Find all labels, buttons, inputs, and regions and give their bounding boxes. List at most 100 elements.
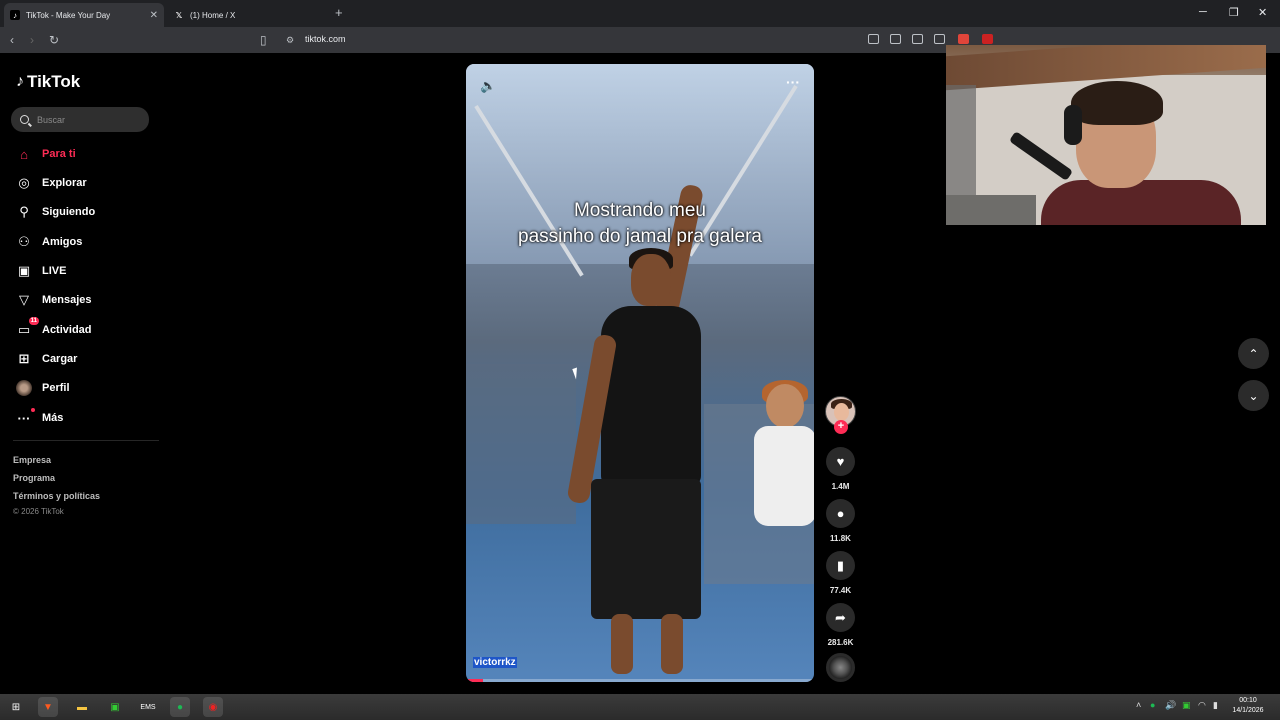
file-explorer-icon[interactable]: ▬: [72, 697, 92, 717]
restore-icon[interactable]: ❐: [1229, 6, 1239, 19]
search-icon: [20, 115, 29, 124]
spotify-icon[interactable]: ●: [170, 697, 190, 717]
app-green-icon[interactable]: ▣: [105, 697, 125, 717]
sidebar-item-explorar[interactable]: ◎ Explorar: [15, 173, 86, 193]
comment-count: 11.8K: [830, 534, 851, 543]
subject-leg: [611, 614, 633, 674]
keyboard-app-icon[interactable]: EMS: [138, 697, 158, 717]
copyright: © 2026 TikTok: [13, 507, 64, 516]
forward-icon[interactable]: ›: [30, 33, 34, 47]
friends-icon: ⚇: [18, 234, 30, 249]
video-seats-left: [466, 364, 576, 524]
avatar-face: [834, 403, 849, 421]
sidebar-item-live[interactable]: ▣ LIVE: [15, 261, 67, 281]
sidebar-item-mensajes[interactable]: ▽ Mensajes: [15, 290, 92, 310]
follow-button[interactable]: +: [834, 420, 848, 434]
share-icon[interactable]: [934, 34, 945, 44]
share-button[interactable]: ➦: [826, 603, 855, 632]
windows-start-icon[interactable]: ⊞: [6, 697, 26, 717]
sidebar-item-para-ti[interactable]: ⌂ Para ti: [15, 144, 76, 164]
volume-icon[interactable]: 🔈: [480, 78, 496, 94]
sidebar-item-siguiendo[interactable]: ⚲ Siguiendo: [15, 202, 95, 222]
video-passenger: [746, 380, 814, 534]
sidebar-item-label: Siguiendo: [42, 206, 96, 218]
mic-icon[interactable]: ▮: [1213, 700, 1218, 711]
minimize-icon[interactable]: ─: [1199, 6, 1207, 18]
footer-link-empresa[interactable]: Empresa: [13, 455, 51, 465]
next-video-button[interactable]: ⌄: [1238, 380, 1269, 411]
save-button[interactable]: ▮: [826, 551, 855, 580]
close-icon[interactable]: ✕: [150, 10, 158, 21]
tray-expand-icon[interactable]: ˄: [1136, 700, 1141, 710]
translate-icon[interactable]: [912, 34, 923, 44]
tray-app-icon[interactable]: ▣: [1182, 700, 1191, 711]
sidebar-item-label: Perfil: [42, 382, 70, 394]
like-button[interactable]: ♥: [826, 447, 855, 476]
wifi-icon[interactable]: ◠: [1198, 700, 1206, 711]
webcam-shelf: [946, 85, 976, 195]
cast-icon[interactable]: [890, 34, 901, 44]
webcam-overlay: [946, 45, 1266, 225]
brave-browser-icon[interactable]: ▼: [38, 697, 58, 717]
subject-head: [631, 254, 671, 306]
video-author[interactable]: victorrkz: [473, 657, 517, 668]
search-input[interactable]: [37, 114, 137, 125]
tiktok-note-icon: ♪: [16, 73, 24, 90]
subject-leg: [661, 614, 683, 674]
save-count: 77.4K: [829, 586, 852, 595]
close-window-icon[interactable]: ✕: [1258, 6, 1267, 19]
video-progress-bar[interactable]: [466, 679, 814, 682]
extension-icon[interactable]: [868, 34, 879, 44]
site-info-icon[interactable]: ⚙: [286, 35, 294, 46]
share-count: 281.6K: [827, 638, 854, 647]
back-icon[interactable]: ‹: [10, 33, 14, 47]
sidebar-item-amigos[interactable]: ⚇ Amigos: [15, 232, 82, 252]
brave-shield-icon[interactable]: [958, 34, 969, 44]
webcam-person-hair: [1071, 81, 1163, 125]
more-options-icon[interactable]: ···: [786, 74, 800, 90]
like-count: 1.4M: [831, 482, 850, 491]
brave-rewards-icon[interactable]: [982, 34, 993, 44]
video-subject: [566, 183, 706, 674]
chevron-down-icon: ⌄: [1248, 388, 1259, 403]
obs-icon[interactable]: ◉: [203, 697, 223, 717]
sidebar-item-perfil[interactable]: Perfil: [15, 378, 70, 398]
sidebar-item-label: Actividad: [42, 324, 92, 336]
compass-icon: ◎: [18, 175, 30, 190]
sidebar-item-label: Para ti: [42, 148, 76, 160]
footer-link-terminos[interactable]: Términos y políticas: [13, 491, 100, 501]
sidebar-item-cargar[interactable]: ⊞ Cargar: [15, 349, 78, 369]
taskbar: [0, 694, 1280, 720]
x-favicon-icon: 𝕏: [175, 10, 183, 20]
share-arrow-icon: ➦: [835, 609, 846, 625]
sidebar-item-label: LIVE: [42, 265, 67, 277]
video-player[interactable]: Mostrando meu passinho do jamal pra gale…: [466, 64, 814, 682]
tab-tiktok[interactable]: ♪ TikTok - Make Your Day ✕: [4, 3, 164, 27]
sidebar-item-actividad[interactable]: ▭ 11 Actividad: [15, 317, 92, 340]
footer-link-programa[interactable]: Programa: [13, 473, 55, 483]
caption-line: Mostrando meu: [573, 200, 706, 221]
chevron-up-icon: ⌃: [1248, 346, 1259, 361]
bookmark-icon[interactable]: ▯: [260, 33, 267, 47]
sidebar-item-mas[interactable]: ··· Más: [15, 408, 63, 428]
webcam-couch: [946, 195, 1036, 225]
system-clock[interactable]: 00:10 14/1/2026: [1228, 696, 1268, 716]
following-icon: ⚲: [19, 204, 29, 219]
volume-tray-icon[interactable]: 🔊: [1165, 700, 1176, 711]
webcam-person-body: [1041, 180, 1241, 225]
url-text[interactable]: tiktok.com: [305, 34, 346, 44]
music-disc[interactable]: [826, 653, 855, 682]
tray-spotify-icon[interactable]: ●: [1150, 700, 1155, 710]
search-box[interactable]: [11, 107, 149, 132]
heart-icon: ♥: [836, 454, 845, 469]
webcam-headset: [1064, 105, 1082, 145]
new-tab-button[interactable]: +: [335, 5, 343, 20]
tiktok-logo[interactable]: ♪ TikTok: [16, 72, 80, 92]
progress-fill: [466, 679, 484, 682]
comment-icon: ●: [836, 506, 845, 521]
tab-title: TikTok - Make Your Day: [26, 10, 111, 20]
reload-icon[interactable]: ↻: [49, 33, 59, 47]
comment-button[interactable]: ●: [826, 499, 855, 528]
tab-x[interactable]: 𝕏 (1) Home / X: [168, 3, 328, 27]
previous-video-button[interactable]: ⌃: [1238, 338, 1269, 369]
